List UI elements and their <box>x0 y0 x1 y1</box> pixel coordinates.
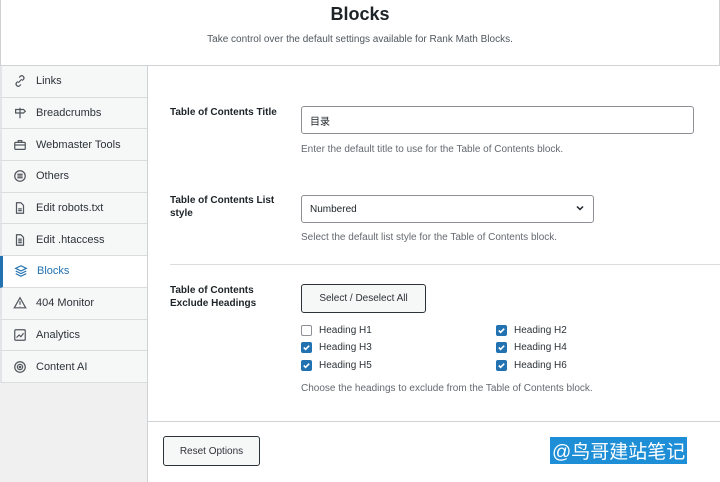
sidebar-item-breadcrumbs[interactable]: Breadcrumbs <box>0 97 148 130</box>
exclude-headings-label: Table of Contents Exclude Headings <box>170 285 257 309</box>
file-icon <box>12 200 28 216</box>
signpost-icon <box>12 105 28 121</box>
settings-panel: Table of Contents Title Enter the defaul… <box>147 66 720 482</box>
checkbox-label: Heading H1 <box>319 325 372 336</box>
toc-title-label: Table of Contents Title <box>170 107 277 118</box>
list-style-help: Select the default list style for the Ta… <box>301 232 558 243</box>
chart-icon <box>12 327 28 343</box>
chevron-down-icon <box>575 203 585 216</box>
toolbox-icon <box>12 137 28 153</box>
list-style-label: Table of Contents List style <box>170 195 275 219</box>
links-icon <box>12 73 28 89</box>
warning-icon <box>12 295 28 311</box>
ai-icon <box>12 359 28 375</box>
file-text-icon <box>12 232 28 248</box>
sidebar-item-webmaster-tools[interactable]: Webmaster Tools <box>0 129 148 162</box>
sidebar-item-label: 404 Monitor <box>36 297 95 310</box>
section-divider <box>170 264 720 265</box>
sidebar-item-edit-robots[interactable]: Edit robots.txt <box>0 192 148 225</box>
sidebar-item-links[interactable]: Links <box>0 66 148 98</box>
checkbox-box <box>496 360 507 371</box>
checkbox-box <box>496 325 507 336</box>
sidebar-item-label: Webmaster Tools <box>36 138 121 151</box>
list-style-select[interactable]: Numbered <box>301 195 594 223</box>
sidebar-item-label: Breadcrumbs <box>36 107 102 120</box>
list-style-value: Numbered <box>310 203 357 215</box>
blocks-icon <box>13 263 29 279</box>
page-header: Blocks Take control over the default set… <box>0 0 720 66</box>
sidebar-item-label: Others <box>36 170 70 183</box>
checkbox-box <box>496 342 507 353</box>
exclude-headings-help: Choose the headings to exclude from the … <box>301 383 593 394</box>
heading-h3-checkbox[interactable]: Heading H3 <box>301 342 372 353</box>
sidebar-item-content-ai[interactable]: Content AI <box>0 351 148 383</box>
watermark-site: 知乎 <box>508 442 547 463</box>
checkbox-label: Heading H3 <box>319 342 372 353</box>
list-circle-icon <box>12 168 28 184</box>
toc-title-help: Enter the default title to use for the T… <box>301 144 564 155</box>
heading-h4-checkbox[interactable]: Heading H4 <box>496 342 567 353</box>
sidebar-item-label: Content AI <box>36 360 88 373</box>
check-icon <box>303 345 310 351</box>
sidebar-item-label: Edit robots.txt <box>36 202 104 215</box>
heading-h6-checkbox[interactable]: Heading H6 <box>496 360 567 371</box>
sidebar-item-label: Edit .htaccess <box>36 233 105 246</box>
sidebar-item-label: Links <box>36 75 62 88</box>
heading-h1-checkbox[interactable]: Heading H1 <box>301 325 372 336</box>
check-icon <box>498 363 505 369</box>
checkbox-box <box>301 342 312 353</box>
check-icon <box>498 328 505 334</box>
select-deselect-all-button[interactable]: Select / Deselect All <box>301 284 426 313</box>
check-icon <box>498 345 505 351</box>
check-icon <box>303 363 310 369</box>
reset-options-button[interactable]: Reset Options <box>163 436 260 466</box>
settings-sidebar: Links Breadcrumbs Webmaster Tools Others… <box>0 66 148 396</box>
sidebar-item-label: Blocks <box>37 265 70 278</box>
sidebar-item-label: Analytics <box>36 328 81 341</box>
toc-title-input[interactable] <box>301 106 694 134</box>
sidebar-item-others[interactable]: Others <box>0 161 148 193</box>
checkbox-label: Heading H5 <box>319 360 372 371</box>
checkbox-label: Heading H4 <box>514 342 567 353</box>
heading-h5-checkbox[interactable]: Heading H5 <box>301 360 372 371</box>
page-subtitle: Take control over the default settings a… <box>207 34 513 45</box>
checkbox-box <box>301 325 312 336</box>
checkbox-box <box>301 360 312 371</box>
checkbox-label: Heading H6 <box>514 360 567 371</box>
sidebar-item-edit-htaccess[interactable]: Edit .htaccess <box>0 224 148 257</box>
sidebar-item-blocks[interactable]: Blocks <box>0 256 148 288</box>
watermark: 知乎 @鸟哥建站笔记 <box>508 437 688 464</box>
heading-h2-checkbox[interactable]: Heading H2 <box>496 325 567 336</box>
page-title: Blocks <box>330 4 390 24</box>
checkbox-label: Heading H2 <box>514 325 567 336</box>
watermark-handle: @鸟哥建站笔记 <box>550 437 688 464</box>
sidebar-item-404-monitor[interactable]: 404 Monitor <box>0 287 148 320</box>
sidebar-item-analytics[interactable]: Analytics <box>0 319 148 352</box>
